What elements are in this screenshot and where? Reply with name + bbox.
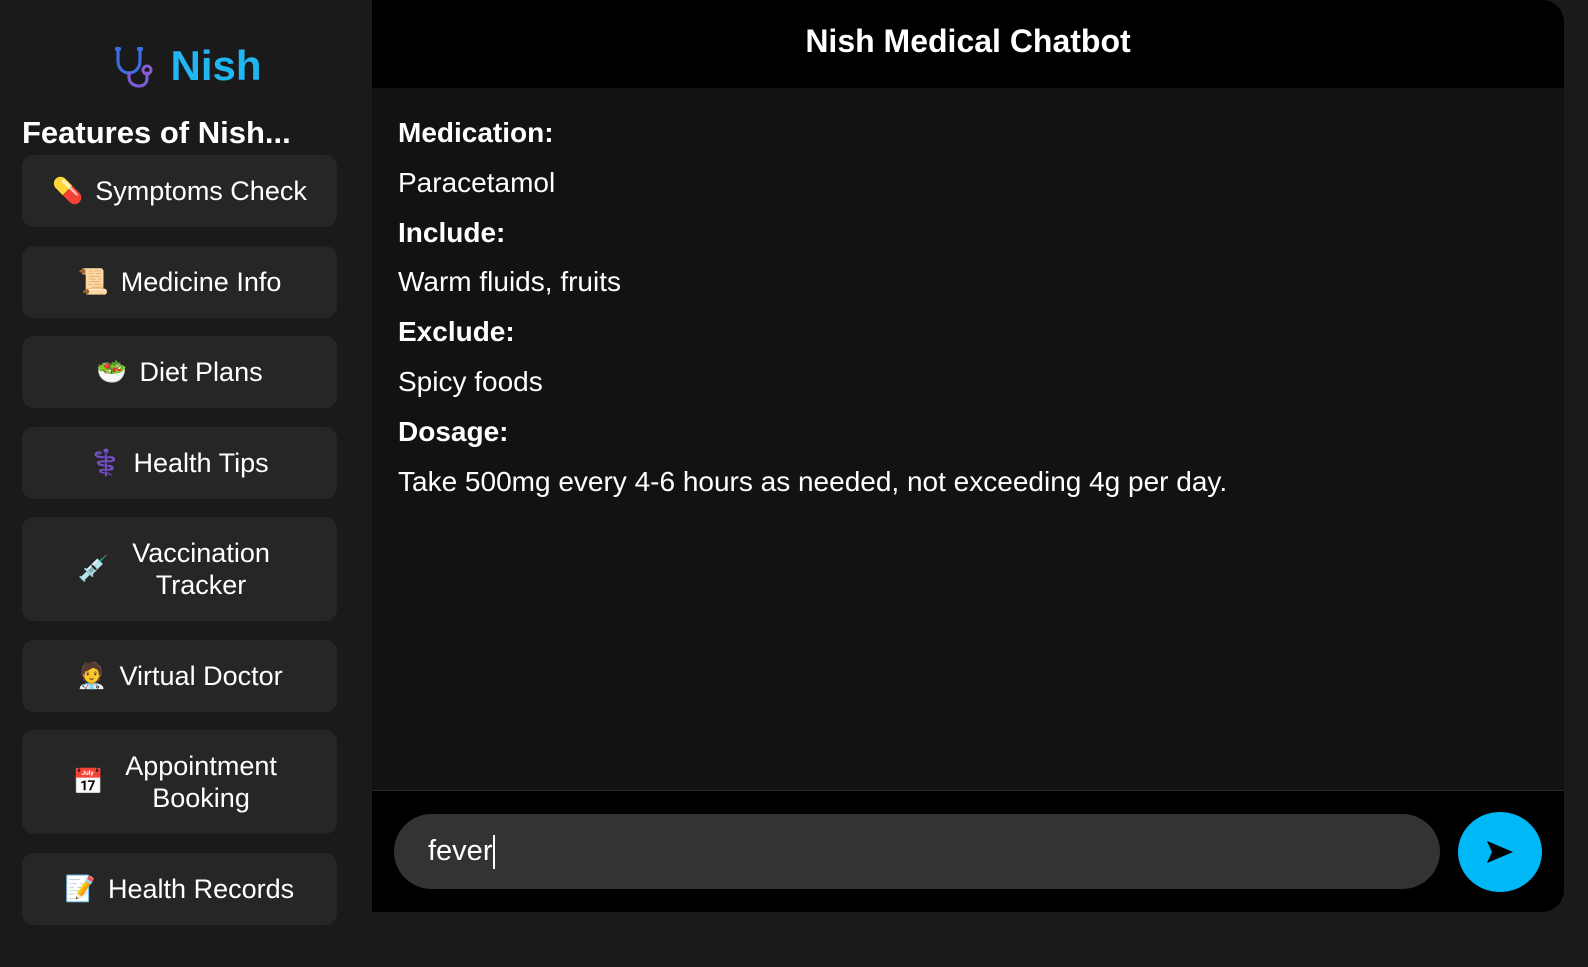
brand: Nish — [0, 36, 372, 96]
sidebar-item-vaccination-tracker[interactable]: 💉 Vaccination Tracker — [22, 517, 337, 621]
scroll-icon: 📜 — [77, 268, 109, 296]
message-label-medication: Medication: — [398, 117, 554, 148]
chat-title: Nish Medical Chatbot — [805, 22, 1131, 59]
message-value-medication: Paracetamol — [398, 166, 556, 198]
sidebar-item-symptoms-check[interactable]: 💊 Symptoms Check — [22, 155, 337, 227]
sidebar-item-appointment-booking[interactable]: 📅 Appointment Booking — [22, 730, 337, 834]
stethoscope-icon — [115, 47, 153, 88]
message-value-include: Warm fluids, fruits — [398, 266, 621, 298]
message-input-value[interactable]: fever — [428, 835, 492, 868]
message-input[interactable]: fever — [394, 814, 1440, 889]
message-label-include: Include: — [398, 216, 506, 248]
composer: fever — [372, 790, 1564, 912]
doctor-icon: 🧑‍⚕️ — [76, 662, 108, 690]
chat-header: Nish Medical Chatbot — [372, 0, 1564, 88]
salad-icon: 🥗 — [96, 358, 128, 386]
medical-symbol-icon: ⚕️ — [90, 449, 122, 477]
sidebar-item-label: Diet Plans — [139, 357, 263, 387]
sidebar-item-virtual-doctor[interactable]: 🧑‍⚕️ Virtual Doctor — [22, 640, 337, 712]
sidebar-item-diet-plans[interactable]: 🥗 Diet Plans — [22, 336, 337, 408]
send-button[interactable] — [1458, 812, 1542, 892]
message-value-dosage: Take 500mg every 4-6 hours as needed, no… — [398, 465, 1228, 497]
brand-name: Nish — [170, 42, 262, 89]
sidebar-item-label: Symptoms Check — [95, 176, 307, 206]
sidebar-item-label: Appointment Booking — [125, 751, 277, 813]
text-caret — [493, 834, 496, 869]
sidebar-item-health-records[interactable]: 📝 Health Records — [22, 853, 337, 925]
calendar-icon: 📅 — [72, 768, 105, 796]
sidebar: Nish Features of Nish... 💊 Symptoms Chec… — [0, 0, 372, 967]
sidebar-item-medicine-info[interactable]: 📜 Medicine Info — [22, 246, 337, 318]
message-label-exclude: Exclude: — [398, 316, 515, 348]
features-heading: Features of Nish... — [22, 115, 291, 150]
sidebar-item-label: Vaccination Tracker — [132, 538, 270, 600]
chat-panel: Nish Medical Chatbot Medication: Paracet… — [372, 0, 1564, 912]
app-root: Nish Features of Nish... 💊 Symptoms Chec… — [0, 0, 1588, 967]
message-value-exclude: Spicy foods — [398, 365, 543, 397]
syringe-icon: 💉 — [77, 555, 110, 583]
pill-icon: 💊 — [52, 177, 84, 205]
message-label-dosage: Dosage: — [398, 415, 509, 447]
send-arrow-icon — [1487, 841, 1513, 863]
sidebar-item-label: Health Tips — [133, 448, 269, 478]
sidebar-item-health-tips[interactable]: ⚕️ Health Tips — [22, 427, 337, 499]
sidebar-item-label: Virtual Doctor — [119, 661, 283, 691]
composer-divider — [372, 790, 1564, 791]
window-edge — [1564, 0, 1588, 967]
memo-icon: 📝 — [64, 875, 97, 903]
sidebar-item-label: Medicine Info — [120, 267, 282, 297]
message-list: Medication: Paracetamol Include: Warm fl… — [398, 108, 1538, 506]
sidebar-item-label: Health Records — [108, 874, 295, 904]
